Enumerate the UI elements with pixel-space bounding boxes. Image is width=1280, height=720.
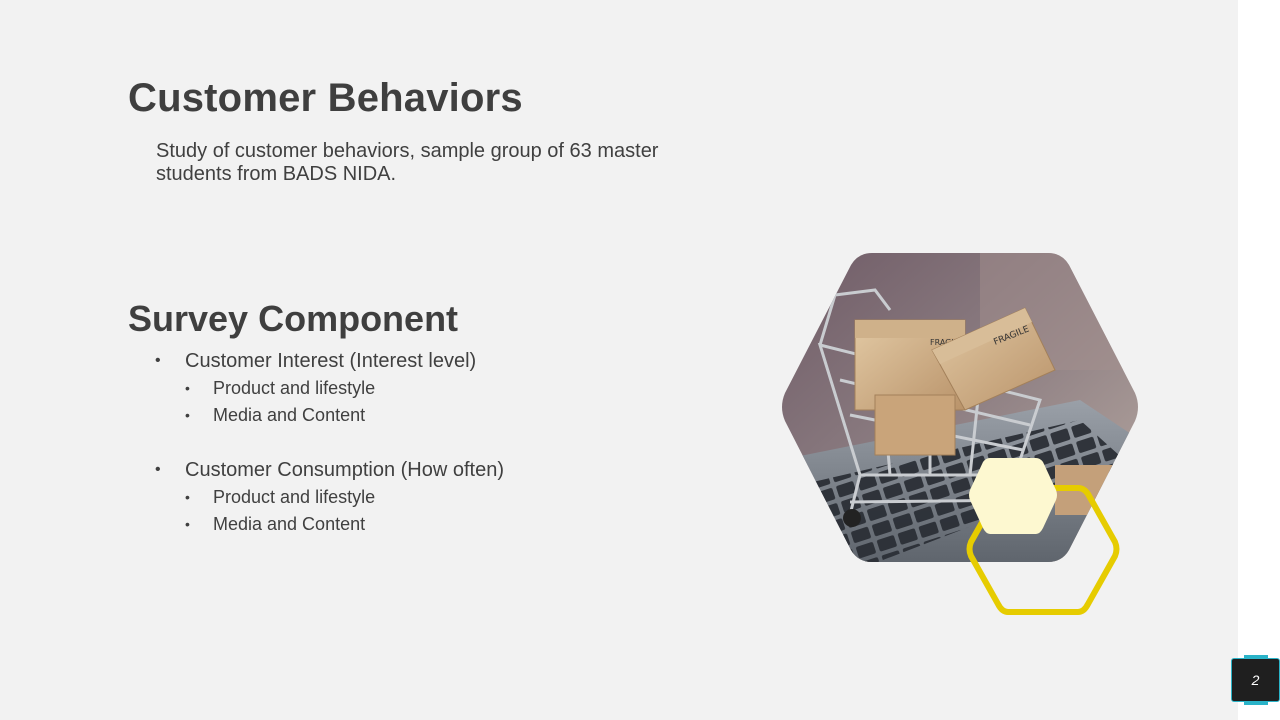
bullet-item: Customer Consumption (How often) Product… [155,457,504,538]
sub-bullet-list: Product and lifestyle Media and Content [185,375,504,429]
section-title: Survey Component [128,298,459,339]
sub-bullet-item: Product and lifestyle [185,484,504,511]
decorative-hexagons [966,458,1120,615]
slide: Customer Behaviors Study of customer beh… [0,0,1238,720]
slide-number-badge[interactable]: 2 [1231,655,1280,705]
slide-title: Customer Behaviors [128,76,523,120]
bullet-item: Customer Interest (Interest level) Produ… [155,348,504,429]
sub-bullet-item: Media and Content [185,511,504,538]
sub-bullet-item: Product and lifestyle [185,375,504,402]
bullet-label: Customer Consumption (How often) [185,459,505,481]
cream-hexagon [969,458,1057,534]
survey-bullet-list: Customer Interest (Interest level) Produ… [155,348,504,538]
presentation-viewport: Customer Behaviors Study of customer beh… [0,0,1280,720]
slide-subtitle: Study of customer behaviors, sample grou… [156,140,659,185]
slide-number: 2 [1251,672,1260,688]
sub-bullet-list: Product and lifestyle Media and Content [185,484,504,538]
bullet-label: Customer Interest (Interest level) [185,350,477,372]
sub-bullet-item: Media and Content [185,402,504,429]
